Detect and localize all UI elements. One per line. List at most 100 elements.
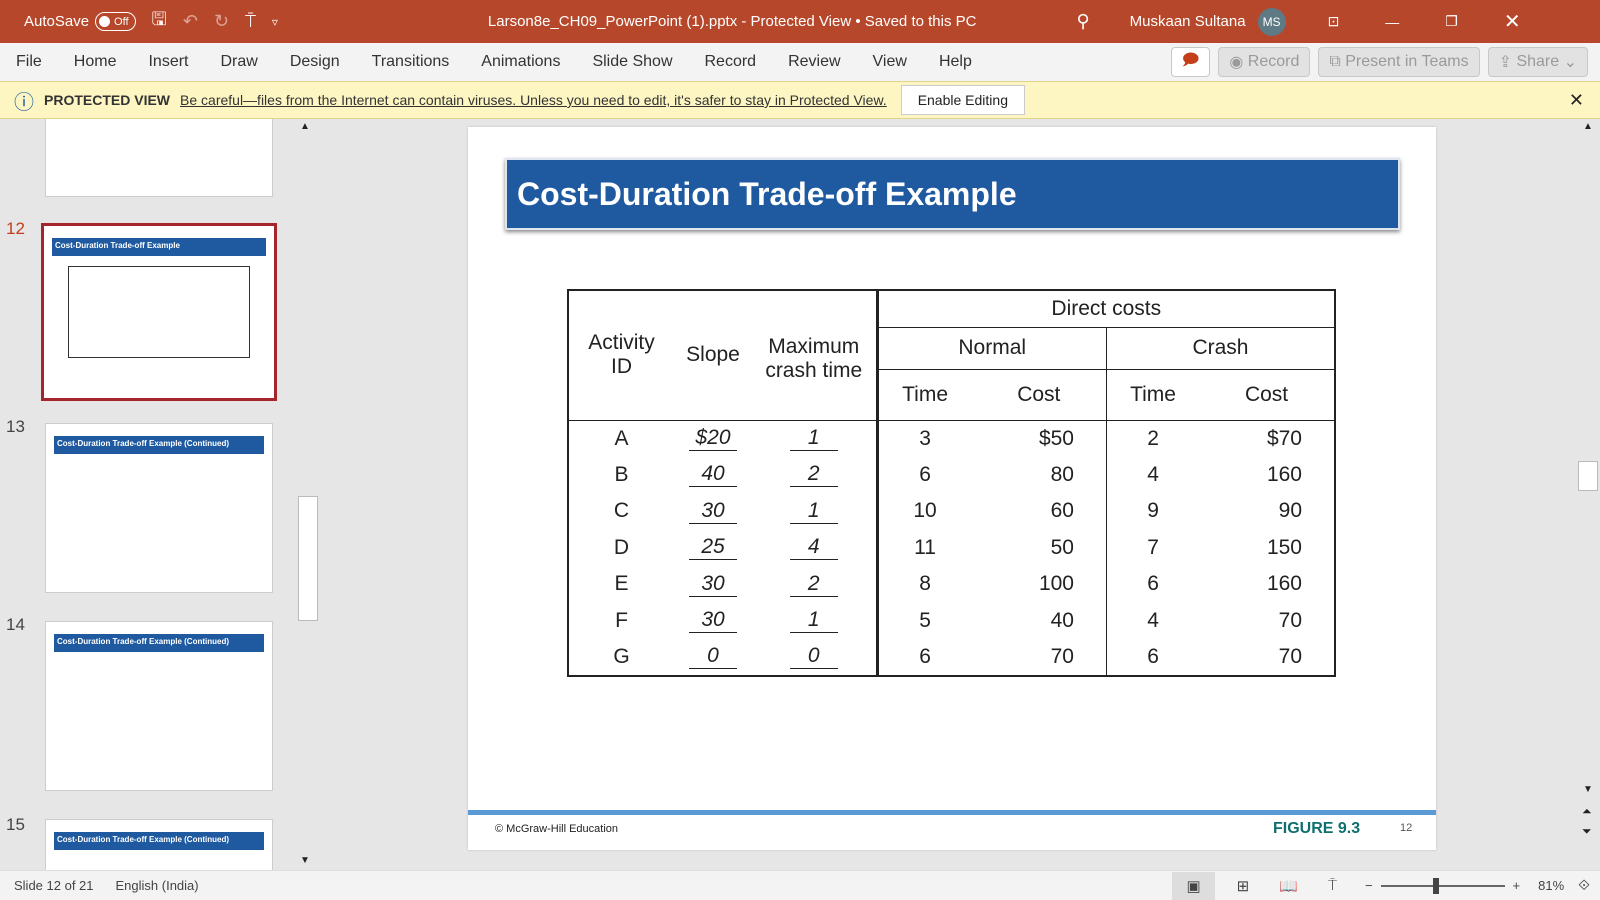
cost-table: Activity ID Slope Maximum crash time Dir… — [567, 289, 1336, 677]
redo-icon[interactable]: ↻ — [214, 11, 229, 32]
tab-slide-show[interactable]: Slide Show — [592, 53, 672, 71]
save-icon[interactable]: 🖫 — [152, 7, 167, 37]
ribbon-display-icon[interactable]: ⊡ — [1328, 13, 1340, 30]
record-button[interactable]: ◉ Record — [1218, 47, 1311, 77]
fit-to-window-icon[interactable]: ⟐ — [1578, 877, 1590, 894]
normal-time-value: 5 — [919, 608, 931, 632]
restore-icon[interactable]: ❐ — [1445, 13, 1458, 30]
crash-cost-value: $70 — [1266, 426, 1302, 450]
minimize-icon[interactable]: — — [1385, 14, 1399, 30]
slide-scrollbar[interactable]: ▲ ▼ ⏶ ⏷ — [1577, 119, 1600, 870]
crash-cost-cell: $70 — [1199, 420, 1335, 457]
thumbnail-title: Cost-Duration Trade-off Example (Continu… — [54, 634, 264, 652]
page-number: 12 — [1400, 822, 1413, 834]
normal-time-value: 6 — [919, 462, 931, 486]
max-crash-time-value: 1 — [789, 608, 838, 634]
avatar[interactable]: MS — [1257, 7, 1286, 36]
present-icon[interactable]: ⍑ — [245, 11, 256, 32]
max-crash-time-cell: 1 — [752, 493, 877, 530]
table-row: G 0 0 6 70 6 70 — [568, 639, 1335, 676]
thumbnail-11[interactable] — [45, 119, 273, 197]
thumbnail-title: Cost-Duration Trade-off Example (Continu… — [54, 832, 264, 850]
thumbnail-12-selected[interactable]: Cost-Duration Trade-off Example — [41, 223, 277, 401]
normal-cost-cell: $50 — [972, 420, 1107, 457]
tab-help[interactable]: Help — [939, 53, 972, 71]
normal-time-value: 6 — [919, 644, 931, 668]
tab-draw[interactable]: Draw — [220, 53, 257, 71]
language[interactable]: English (India) — [116, 878, 199, 893]
thumbnail-title: Cost-Duration Trade-off Example (Continu… — [54, 436, 264, 454]
activity-id-value: A — [614, 426, 629, 450]
search-icon[interactable]: ⚲ — [1076, 11, 1089, 32]
undo-icon[interactable]: ↶ — [183, 11, 198, 32]
zoom-level[interactable]: 81% — [1538, 878, 1564, 893]
slideshow-icon[interactable]: ⍑ — [1328, 877, 1337, 894]
normal-cost-value: $50 — [1038, 426, 1074, 450]
activity-id-value: E — [614, 572, 629, 596]
tab-home[interactable]: Home — [74, 53, 117, 71]
close-icon[interactable]: ✕ — [1504, 9, 1521, 34]
header-normal-cost: Cost — [971, 369, 1107, 421]
tab-design[interactable]: Design — [290, 53, 340, 71]
tab-transitions[interactable]: Transitions — [372, 53, 450, 71]
normal-time-cell: 5 — [875, 602, 972, 639]
comments-button[interactable]: 🗩 — [1170, 47, 1211, 77]
share-button[interactable]: ⇪ Share ⌄ — [1487, 47, 1588, 77]
normal-time-value: 11 — [914, 535, 936, 559]
close-bar-icon[interactable]: ✕ — [1569, 90, 1584, 111]
tab-view[interactable]: View — [873, 53, 907, 71]
next-slide-icon[interactable]: ⏷ — [1582, 824, 1592, 839]
normal-cost-cell: 80 — [972, 457, 1107, 494]
toggle-state: Off — [114, 15, 129, 28]
autosave-toggle[interactable]: Off — [95, 12, 136, 31]
thumbnail-15[interactable]: Cost-Duration Trade-off Example (Continu… — [45, 819, 273, 870]
slide-title: Cost-Duration Trade-off Example — [505, 158, 1400, 230]
normal-view-icon[interactable]: ▣ — [1172, 871, 1215, 900]
activity-id-value: C — [613, 499, 630, 523]
crash-time-value: 9 — [1147, 499, 1159, 523]
thumbnail-13[interactable]: Cost-Duration Trade-off Example (Continu… — [45, 423, 273, 593]
customize-icon[interactable]: ▿ — [272, 15, 278, 29]
normal-cost-value: 40 — [1050, 608, 1074, 632]
zoom-slider[interactable] — [1380, 877, 1505, 894]
enable-editing-button[interactable]: Enable Editing — [900, 85, 1025, 115]
normal-cost-value: 80 — [1050, 462, 1074, 486]
normal-time-cell: 11 — [875, 529, 972, 566]
tab-file[interactable]: File — [16, 53, 42, 71]
tab-record[interactable]: Record — [705, 53, 757, 71]
crash-time-value: 6 — [1147, 644, 1159, 668]
normal-time-value: 3 — [919, 426, 931, 450]
present-in-teams-button[interactable]: ⧉ Present in Teams — [1318, 47, 1480, 77]
protected-view-message-link[interactable]: Be careful—files from the Internet can c… — [180, 92, 887, 108]
table-row: A $20 1 3 $50 2 $70 — [568, 420, 1335, 457]
reading-view-icon[interactable]: 📖 — [1279, 877, 1298, 895]
ribbon-tabs: File Home Insert Draw Design Transitions… — [0, 43, 1600, 81]
slide-number: 15 — [6, 815, 25, 834]
zoom-out-icon[interactable]: − — [1365, 878, 1373, 893]
slope-cell: 40 — [674, 457, 752, 494]
crash-time-cell: 6 — [1105, 566, 1200, 603]
crash-cost-cell: 90 — [1199, 493, 1335, 530]
tab-insert[interactable]: Insert — [148, 53, 188, 71]
thumbnail-14[interactable]: Cost-Duration Trade-off Example (Continu… — [45, 621, 273, 791]
activity-id-cell: A — [568, 420, 674, 457]
tab-animations[interactable]: Animations — [481, 53, 560, 71]
previous-slide-icon[interactable]: ⏶ — [1582, 804, 1592, 819]
crash-time-cell: 7 — [1105, 529, 1200, 566]
tab-review[interactable]: Review — [788, 53, 840, 71]
zoom-in-icon[interactable]: + — [1513, 878, 1521, 893]
slope-value: 40 — [689, 462, 737, 488]
slope-cell: 0 — [674, 639, 752, 676]
crash-cost-cell: 70 — [1199, 603, 1335, 640]
slide-canvas: Cost-Duration Trade-off Example Activity… — [468, 127, 1436, 850]
slide-sorter-icon[interactable]: ⊞ — [1237, 877, 1250, 895]
slope-value: 30 — [689, 499, 737, 524]
activity-id-cell: D — [568, 530, 674, 567]
user-name[interactable]: Muskaan Sultana — [1130, 13, 1246, 30]
slope-cell: $20 — [674, 420, 752, 457]
thumbnail-scrollbar[interactable]: ▲ ▼ — [296, 119, 320, 870]
slope-value: 0 — [689, 644, 737, 670]
normal-time-cell: 3 — [875, 420, 972, 457]
crash-cost-value: 160 — [1266, 572, 1302, 596]
slide-number: 14 — [6, 615, 25, 634]
